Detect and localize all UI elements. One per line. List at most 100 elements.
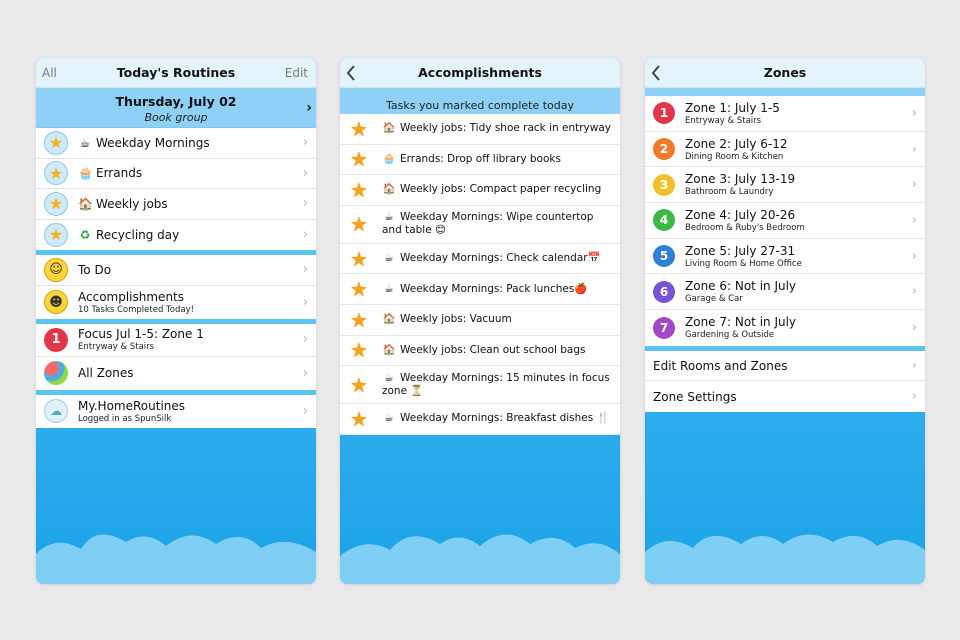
zone-item[interactable]: 6 Zone 6: Not in July Garage & Car ›: [645, 274, 925, 311]
accomplishment-item[interactable]: ★ ☕ Weekday Mornings: Check calendar📅: [340, 243, 620, 275]
accomplishment-item[interactable]: ★ ☕ Weekday Mornings: Breakfast dishes 🍴: [340, 404, 620, 435]
all-zones-item[interactable]: All Zones ›: [36, 356, 316, 390]
zone-number-icon: 4: [653, 209, 675, 232]
task-text: Weekday Mornings: Check calendar📅: [400, 252, 601, 265]
routine-label: Errands: [96, 166, 143, 181]
next-day-icon[interactable]: ›: [306, 100, 312, 116]
zones-group: 1 Focus Jul 1-5: Zone 1 Entryway & Stair…: [36, 323, 316, 390]
task-emoji-icon: 🧁: [382, 152, 396, 165]
star-icon: ★: [350, 116, 368, 141]
routine-item[interactable]: ★ ☕ Weekday Mornings ›: [36, 128, 316, 159]
task-emoji-icon: ☕: [384, 252, 394, 265]
nav-bar: Zones: [645, 58, 925, 88]
focus-detail: Entryway & Stairs: [78, 342, 155, 352]
star-icon: ★: [44, 222, 68, 247]
accomplishment-item[interactable]: ★ 🏠 Weekly jobs: Tidy shoe rack in entrywa…: [340, 114, 620, 145]
accomplishment-item[interactable]: ★ ☕ Weekday Mornings: 15 minutes in focus …: [340, 366, 620, 405]
accomplishment-item[interactable]: ★ ☕ Weekday Mornings: Wipe countertop and …: [340, 205, 620, 244]
zone-settings-list: Edit Rooms and Zones › Zone Settings ›: [645, 350, 925, 412]
zone-number-icon: 6: [653, 280, 675, 303]
accomplishment-item[interactable]: ★ 🏠 Weekly jobs: Compact paper recycling: [340, 175, 620, 206]
cloud-decoration-icon: [645, 534, 925, 584]
zone-detail: Entryway & Stairs: [685, 115, 762, 126]
zone-item[interactable]: 5 Zone 5: July 27-31 Living Room & Home Of…: [645, 238, 925, 275]
routine-item[interactable]: ★ ♻ Recycling day ›: [36, 219, 316, 250]
accomplishments-detail: 10 Tasks Completed Today!: [78, 304, 195, 315]
chevron-right-icon: ›: [302, 262, 308, 278]
zone-settings-item[interactable]: Zone Settings ›: [645, 381, 925, 412]
chevron-right-icon: ›: [911, 141, 917, 157]
focus-zone-item[interactable]: 1 Focus Jul 1-5: Zone 1 Entryway & Stair…: [36, 323, 316, 357]
zone-item[interactable]: 3 Zone 3: July 13-19 Bathroom & Laundry ›: [645, 167, 925, 204]
star-icon: ★: [350, 246, 368, 271]
edit-rooms-zones-item[interactable]: Edit Rooms and Zones ›: [645, 350, 925, 382]
accomplishment-item[interactable]: ★ ☕ Weekday Mornings: Pack lunches🍎: [340, 274, 620, 305]
star-icon: ★: [350, 338, 368, 363]
chevron-right-icon: ›: [911, 358, 917, 374]
chevron-right-icon: ›: [911, 212, 917, 228]
zone-number-icon: 5: [653, 245, 675, 268]
task-emoji-icon: ☕: [384, 412, 394, 425]
chevron-right-icon: ›: [911, 248, 917, 264]
zone-item[interactable]: 2 Zone 2: July 6-12 Dining Room & Kitchen ›: [645, 131, 925, 168]
chevron-right-icon: ›: [302, 165, 308, 181]
task-emoji-icon: ☕: [384, 282, 394, 295]
all-button[interactable]: All: [42, 66, 57, 80]
date-header[interactable]: Thursday, July 02 Book group ›: [36, 88, 316, 128]
zone-number-icon: 1: [653, 102, 675, 125]
task-text: Weekday Mornings: Pack lunches🍎: [400, 282, 588, 295]
star-icon: ★: [350, 372, 368, 397]
nav-bar: All Today's Routines Edit: [36, 58, 316, 88]
screen-title: Zones: [763, 65, 807, 80]
task-emoji-icon: 🏠: [382, 343, 396, 356]
routine-item[interactable]: ★ 🏠 Weekly jobs ›: [36, 189, 316, 220]
smiley-icon: ☻: [44, 290, 68, 314]
zones-icon: [44, 361, 68, 385]
account-item[interactable]: ☁ My.HomeRoutines Logged in as SpunSilk …: [36, 394, 316, 428]
account-label: My.HomeRoutines: [78, 398, 186, 413]
task-emoji-icon: ☕: [384, 211, 394, 224]
star-icon: ★: [350, 147, 368, 172]
task-text: Errands: Drop off library books: [400, 152, 561, 165]
task-text: Weekday Mornings: Wipe countertop and ta…: [382, 211, 594, 237]
task-emoji-icon: 🏠: [382, 313, 396, 326]
chevron-right-icon: ›: [911, 320, 917, 336]
nav-bar: Accomplishments: [340, 58, 620, 88]
accomplishment-item[interactable]: ★ 🏠 Weekly jobs: Vacuum: [340, 304, 620, 336]
edit-button[interactable]: Edit: [285, 66, 308, 80]
zone-settings-label: Zone Settings: [653, 389, 737, 404]
zone-list: 1 Zone 1: July 1-5 Entryway & Stairs › 2 Zone…: [645, 96, 925, 346]
smiley-icon: ☺: [44, 257, 68, 282]
zone-number-icon: 3: [653, 173, 675, 196]
zone-detail: Bedroom & Ruby's Bedroom: [685, 222, 805, 233]
todo-item[interactable]: ☺ To Do ›: [36, 255, 316, 286]
zone-item[interactable]: 7 Zone 7: Not in July Gardening & Outside ›: [645, 310, 925, 346]
chevron-right-icon: ›: [302, 365, 308, 381]
back-arrow-icon[interactable]: [342, 61, 360, 85]
star-icon: ★: [44, 191, 68, 216]
routine-item[interactable]: ★ 🧁 Errands ›: [36, 158, 316, 189]
task-text: Weekly jobs: Clean out school bags: [400, 343, 586, 356]
zone-detail: Garage & Car: [685, 294, 743, 305]
zone-label: Zone 7: Not in July: [685, 315, 797, 330]
zone-item[interactable]: 4 Zone 4: July 20-26 Bedroom & Ruby's Bedr…: [645, 203, 925, 239]
star-icon: ★: [350, 212, 368, 237]
zone-item[interactable]: 1 Zone 1: July 1-5 Entryway & Stairs ›: [645, 96, 925, 132]
chevron-right-icon: ›: [911, 105, 917, 121]
task-emoji-icon: 🏠: [382, 122, 396, 135]
routine-emoji-icon: 🧁: [78, 166, 93, 181]
chevron-right-icon: ›: [302, 196, 308, 212]
back-arrow-icon[interactable]: [647, 61, 665, 85]
star-icon: ★: [44, 130, 68, 155]
accomplishments-item[interactable]: ☻ Accomplishments 10 Tasks Completed Tod…: [36, 285, 316, 319]
accomplishment-item[interactable]: ★ 🧁 Errands: Drop off library books: [340, 144, 620, 176]
task-text: Weekly jobs: Vacuum: [400, 313, 512, 326]
star-icon: ★: [350, 406, 368, 431]
cloud-decoration-icon: [36, 534, 316, 584]
routine-list: ★ ☕ Weekday Mornings › ★ 🧁 Errands › ★ 🏠 We…: [36, 128, 316, 250]
screen-title: Accomplishments: [418, 65, 542, 80]
current-date: Thursday, July 02: [115, 94, 237, 109]
accomplishment-item[interactable]: ★ 🏠 Weekly jobs: Clean out school bags: [340, 335, 620, 367]
routine-emoji-icon: ♻: [79, 227, 91, 242]
todo-label: To Do: [78, 262, 112, 277]
